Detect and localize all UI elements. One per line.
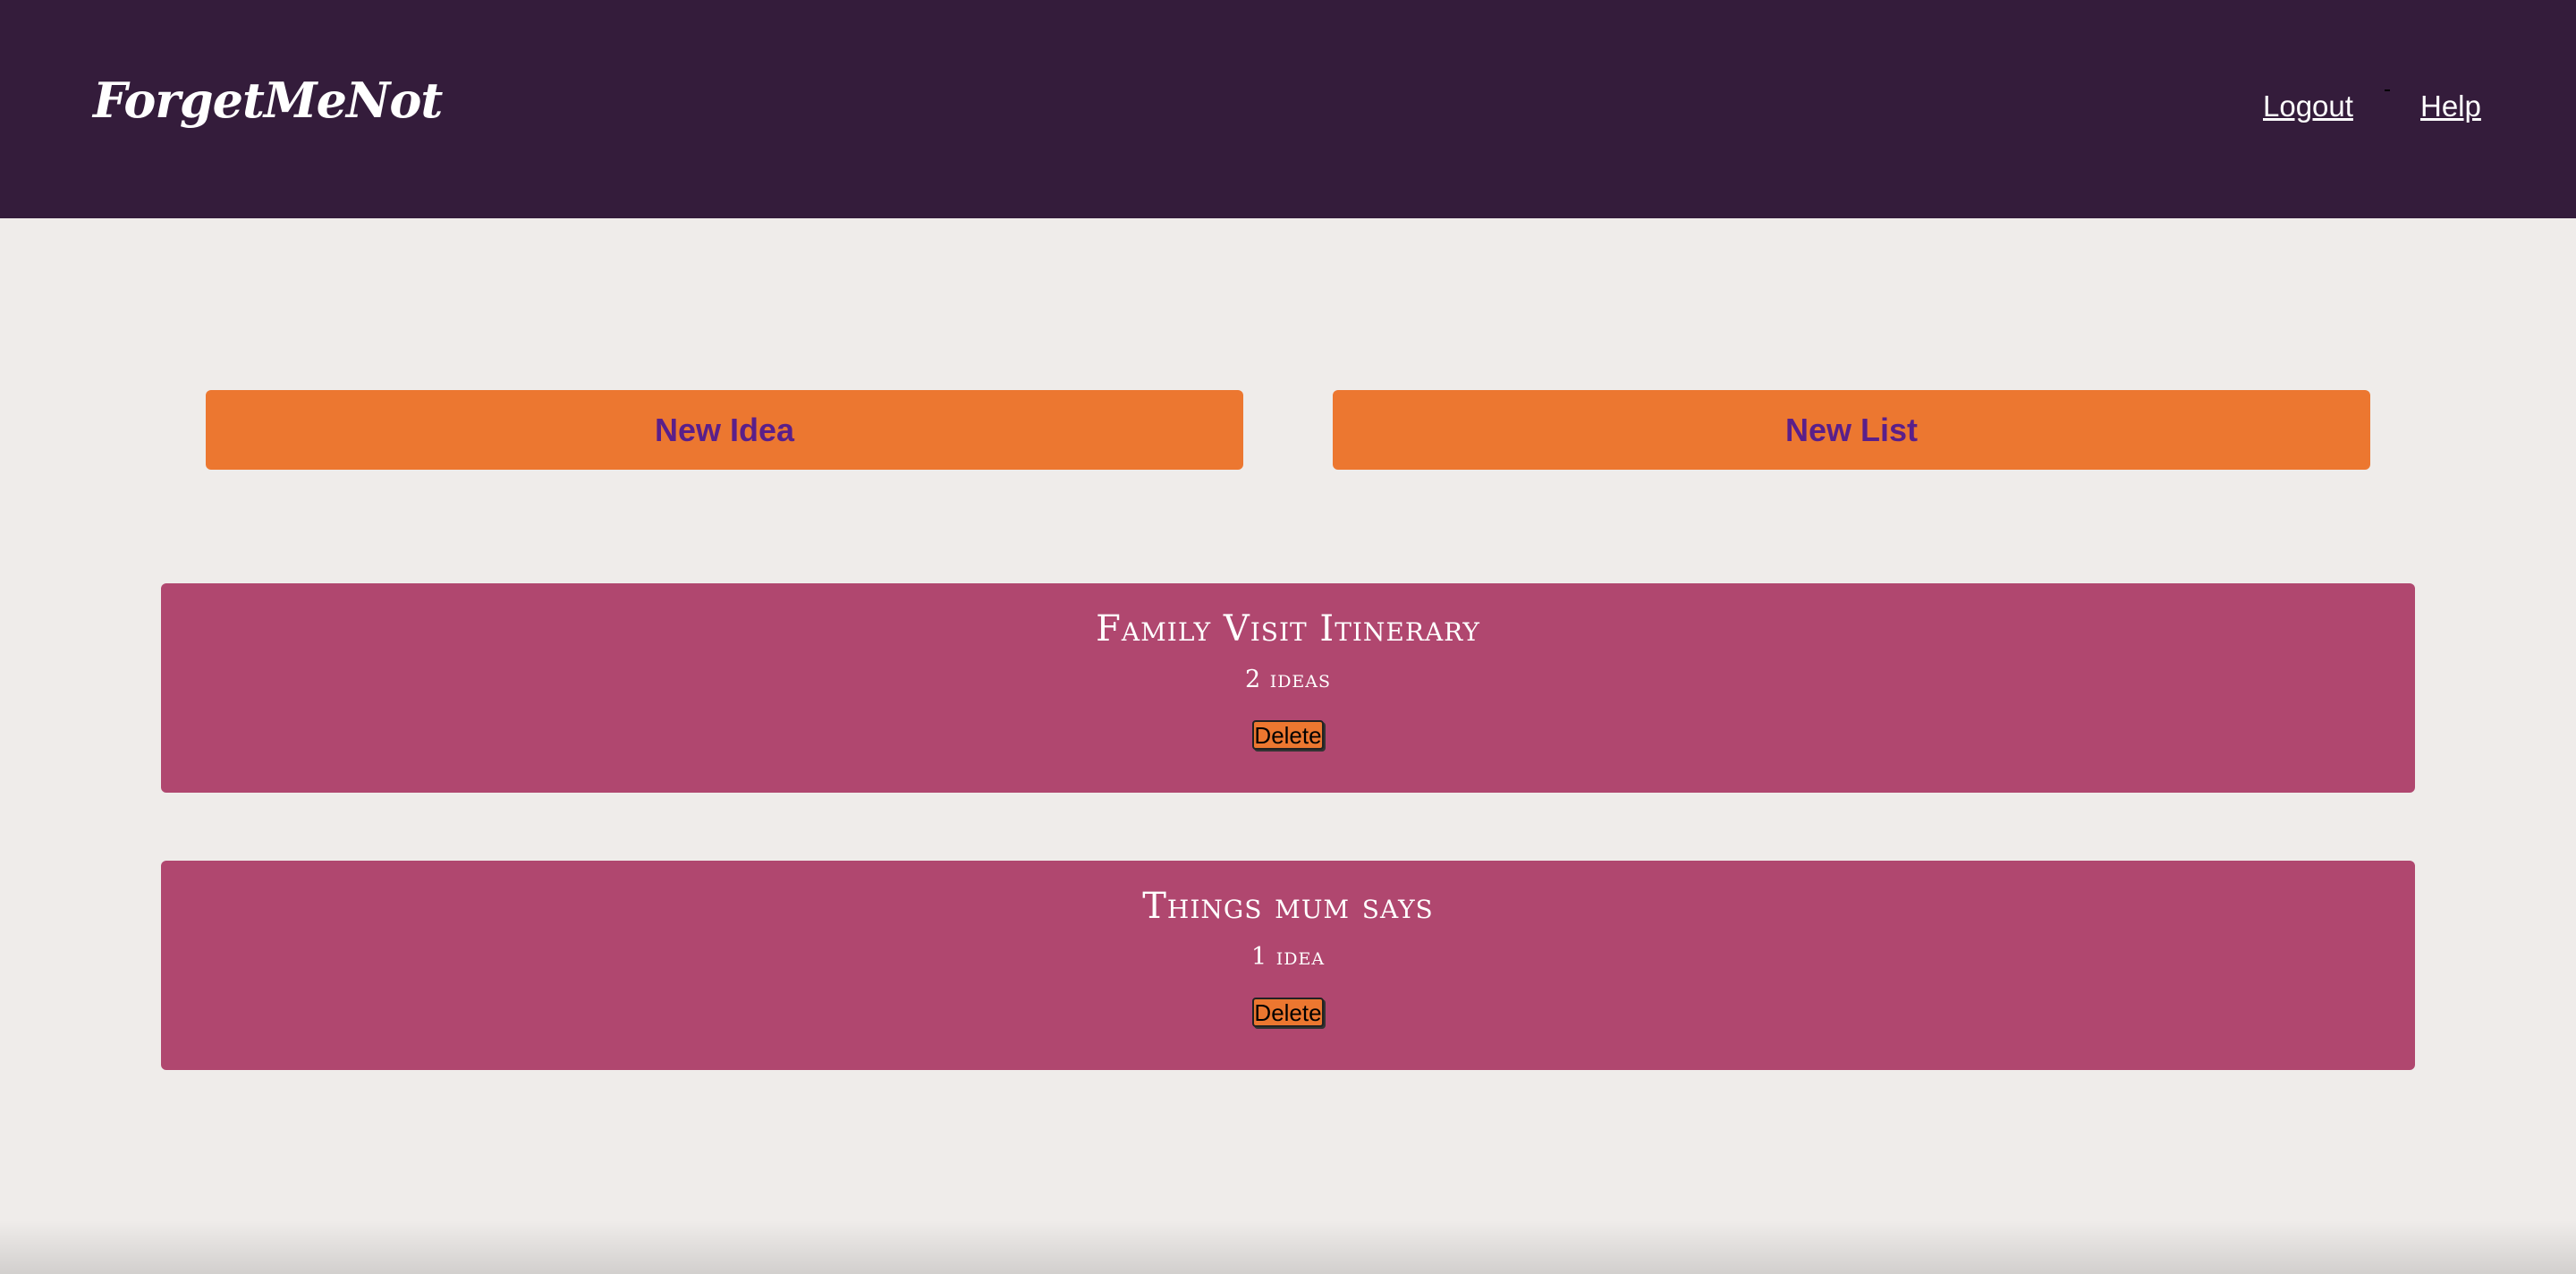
new-idea-button[interactable]: New Idea: [206, 390, 1243, 470]
list-title: Things mum says: [1142, 886, 1434, 927]
bottom-shadow: [0, 1220, 2576, 1274]
list-card[interactable]: Family Visit Itinerary 2 ideas Delete: [161, 583, 2415, 793]
help-link[interactable]: Help: [2420, 89, 2481, 123]
new-list-button[interactable]: New List: [1333, 390, 2370, 470]
list-idea-count: 1 idea: [1250, 943, 1326, 971]
list-card[interactable]: Things mum says 1 idea Delete: [161, 861, 2415, 1070]
nav-separator: [2385, 89, 2390, 91]
list-title: Family Visit Itinerary: [1096, 608, 1480, 650]
top-header: ForgetMeNot Logout Help: [0, 0, 2576, 218]
delete-list-button[interactable]: Delete: [1252, 998, 1324, 1027]
logout-link[interactable]: Logout: [2263, 89, 2353, 123]
delete-list-button[interactable]: Delete: [1252, 720, 1324, 750]
app-logo[interactable]: ForgetMeNot: [93, 72, 443, 129]
list-idea-count: 2 ideas: [1244, 666, 1332, 693]
